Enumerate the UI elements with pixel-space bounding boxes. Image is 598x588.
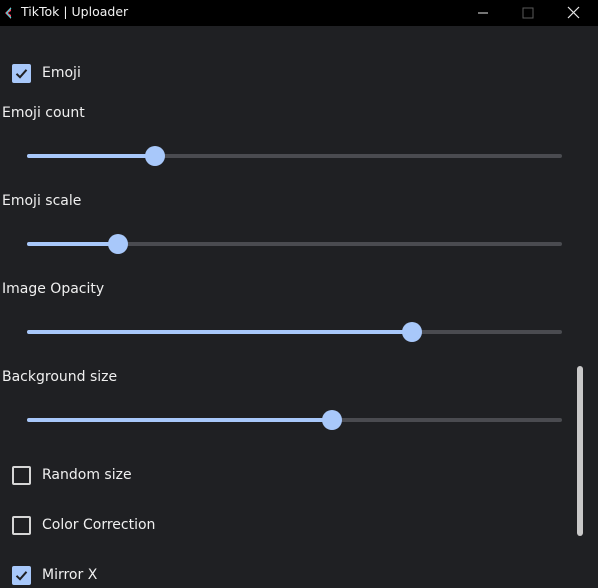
slider-thumb[interactable] — [402, 322, 423, 342]
slider-thumb[interactable] — [321, 410, 342, 430]
checkmark-icon — [15, 68, 28, 79]
image-opacity-slider[interactable] — [27, 322, 562, 342]
checkbox-box[interactable] — [12, 63, 31, 83]
emoji-count-slider[interactable] — [27, 146, 562, 166]
slider-fill — [27, 330, 413, 334]
slider-fill — [27, 418, 332, 422]
color-correction-label: Color Correction — [42, 517, 156, 533]
app-window: TikTok | Uploader Emoji Emoji count Emoj… — [0, 0, 598, 588]
close-icon — [567, 4, 580, 23]
checkbox-box[interactable] — [12, 515, 31, 535]
emoji-scale-label: Emoji scale — [2, 193, 82, 209]
checkbox-box[interactable] — [12, 465, 31, 485]
tiktok-app-icon — [2, 5, 16, 19]
emoji-scale-slider[interactable] — [27, 234, 562, 254]
random-size-label: Random size — [42, 467, 132, 483]
mirror-x-checkbox[interactable]: Mirror X — [12, 564, 97, 586]
slider-fill — [27, 154, 156, 158]
vertical-scrollbar[interactable] — [577, 366, 583, 536]
maximize-button[interactable] — [505, 0, 551, 26]
random-size-checkbox[interactable]: Random size — [12, 464, 132, 486]
emoji-count-label: Emoji count — [2, 105, 85, 121]
minimize-button[interactable] — [460, 0, 506, 26]
slider-fill — [27, 242, 118, 246]
mirror-x-label: Mirror X — [42, 567, 98, 583]
close-button[interactable] — [550, 0, 596, 26]
background-size-label: Background size — [2, 369, 118, 385]
background-size-slider[interactable] — [27, 410, 562, 430]
slider-thumb[interactable] — [107, 234, 128, 254]
image-opacity-label: Image Opacity — [2, 281, 105, 297]
maximize-icon — [522, 4, 534, 23]
slider-thumb[interactable] — [145, 146, 166, 166]
color-correction-checkbox[interactable]: Color Correction — [12, 514, 155, 536]
checkbox-box[interactable] — [12, 565, 31, 585]
checkmark-icon — [15, 570, 28, 581]
minimize-icon — [477, 4, 489, 23]
emoji-label: Emoji — [42, 65, 81, 81]
title-bar[interactable]: TikTok | Uploader — [0, 0, 598, 26]
window-title: TikTok | Uploader — [21, 4, 129, 19]
emoji-checkbox[interactable]: Emoji — [12, 62, 81, 84]
